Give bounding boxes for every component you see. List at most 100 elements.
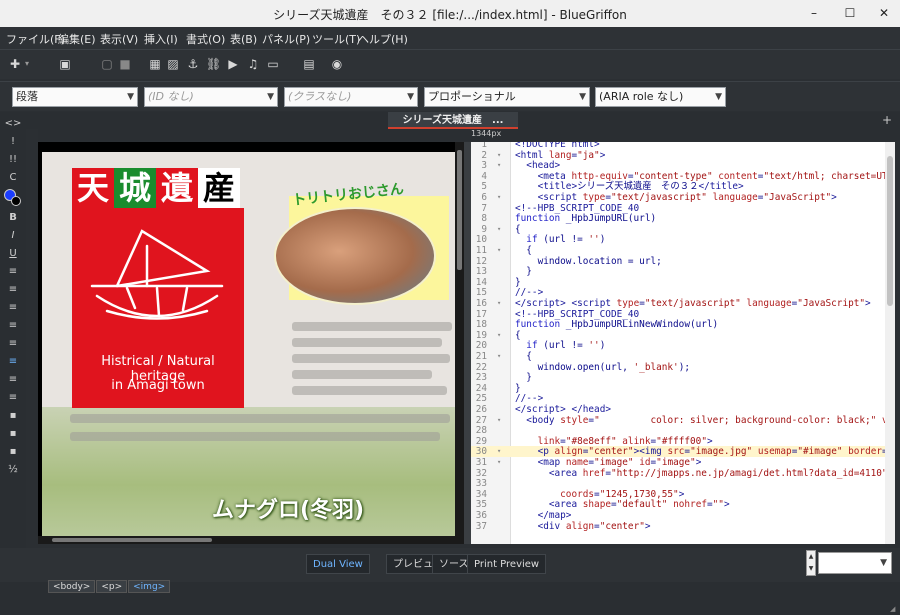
source-view[interactable]: 1 <!DOCTYPE html> 2 ▾ <html lang="ja"> 3 ▾ <he… — [471, 142, 895, 544]
code-line[interactable]: 26 </script> </head> — [471, 404, 895, 415]
code-line[interactable]: 35 <area shape="default" nohref=""> — [471, 499, 895, 510]
code-line[interactable]: 27 ▾ <body style=" color: silver; backgro… — [471, 415, 895, 426]
code-line[interactable]: 37 <div align="center"> — [471, 521, 895, 532]
audio-icon[interactable]: ♫ — [246, 56, 260, 72]
breadcrumb-img[interactable]: <img> — [128, 580, 171, 593]
code-line[interactable]: 24} — [471, 383, 895, 394]
code-line[interactable]: 15 //--> — [471, 287, 895, 298]
menu-insert[interactable]: 挿入(I) — [144, 31, 178, 47]
anchor-icon[interactable]: ⚓ — [186, 56, 200, 72]
scroll-thumb[interactable] — [887, 156, 893, 306]
chevron-down-icon[interactable]: ▾ — [20, 56, 34, 72]
menu-format[interactable]: 書式(O) — [186, 31, 225, 47]
menu-view[interactable]: 表示(V) — [100, 31, 138, 47]
fold-toggle-icon[interactable]: ▾ — [497, 330, 505, 341]
code-line[interactable]: 13 } — [471, 266, 895, 277]
float-left-icon[interactable]: ▪ — [4, 426, 22, 442]
code-line[interactable]: 11 ▾ { — [471, 245, 895, 256]
fold-toggle-icon[interactable]: ▾ — [497, 160, 505, 171]
code-line[interactable]: 23 } — [471, 372, 895, 383]
print-preview-button[interactable]: Print Preview — [467, 554, 547, 574]
code-line[interactable]: 34 coords="1245,1730,55"> — [471, 489, 895, 500]
code-line[interactable]: 2 ▾ <html lang="ja"> — [471, 150, 895, 161]
class-select[interactable]: (クラスなし) ▼ — [284, 87, 418, 107]
portrait-photo[interactable] — [274, 207, 436, 305]
design-horizontal-scrollbar[interactable] — [38, 536, 464, 544]
menu-file[interactable]: ファイル(F) — [6, 31, 65, 47]
code-line[interactable]: 20 if (url != '') — [471, 340, 895, 351]
fold-toggle-icon[interactable]: ▾ — [497, 351, 505, 362]
new-doc-icon[interactable]: ▣ — [58, 56, 72, 72]
resize-grip-icon[interactable]: ◢ — [890, 605, 898, 613]
video-icon[interactable]: ▶ — [226, 56, 240, 72]
zoom-spinner[interactable]: ▲ ▼ — [806, 550, 816, 576]
fold-toggle-icon[interactable]: ▾ — [497, 457, 505, 468]
bold-icon[interactable]: B — [4, 210, 22, 226]
menu-table[interactable]: 表(B) — [230, 31, 257, 47]
menu-tools[interactable]: ツール(T) — [312, 31, 360, 47]
design-view[interactable]: 天 城 遺 産 Histrical / Natural heritage in … — [38, 142, 464, 544]
fold-toggle-icon[interactable]: ▾ — [497, 415, 505, 426]
code-line[interactable]: 12 window.location = url; — [471, 256, 895, 267]
font-select[interactable]: プロポーショナル ▼ — [424, 87, 590, 107]
align-right-icon[interactable]: ≡ — [4, 372, 22, 388]
pane-splitter[interactable] — [464, 142, 471, 544]
globe-icon[interactable]: ◉ — [330, 56, 344, 72]
code-line[interactable]: 5 <title>シリーズ天城遺産 その３２</title> — [471, 181, 895, 192]
breadcrumb-body[interactable]: <body> — [48, 580, 96, 593]
scroll-thumb[interactable] — [457, 150, 462, 270]
underline-icon[interactable]: U — [4, 246, 22, 262]
code-line[interactable]: 36 </map> — [471, 510, 895, 521]
indent-icon[interactable]: ≡ — [4, 318, 22, 334]
breadcrumb-p[interactable]: <p> — [96, 580, 128, 593]
background-color-icon[interactable] — [11, 196, 21, 206]
code-line[interactable]: 19 ▾ { — [471, 330, 895, 341]
align-left-icon[interactable]: ≡ — [4, 336, 22, 352]
stop-icon[interactable]: ■ — [118, 56, 132, 72]
code-line[interactable]: 16 ▾ </script> <script type="text/javascri… — [471, 298, 895, 309]
align-center-icon[interactable]: ≡ — [4, 354, 22, 370]
image-icon[interactable]: ▨ — [166, 56, 180, 72]
code-line[interactable]: 9 ▾ { — [471, 224, 895, 235]
code-line[interactable]: 32 <area href="http://jmapps.ne.jp/amagi… — [471, 468, 895, 479]
fold-toggle-icon[interactable]: ▾ — [497, 298, 505, 309]
code-line[interactable]: 25 //--> — [471, 393, 895, 404]
dual-view-button[interactable]: Dual View — [306, 554, 370, 574]
zoom-select[interactable]: ▼ — [818, 552, 892, 574]
code-line[interactable]: 14} — [471, 277, 895, 288]
fraction-icon[interactable]: ½ — [4, 462, 22, 478]
code-line[interactable]: 28 — [471, 425, 895, 436]
close-button[interactable]: ✕ — [866, 0, 900, 27]
strong-icon[interactable]: !! — [4, 152, 22, 168]
code-line[interactable]: 29 link="#8e8eff" alink="#ffff00"> — [471, 436, 895, 447]
file-icon[interactable]: ▤ — [302, 56, 316, 72]
tab-document[interactable]: シリーズ天城遺産 ... — [388, 112, 518, 129]
numbered-list-icon[interactable]: ≡ — [4, 282, 22, 298]
code-line[interactable]: 31 ▾ <map name="image" id="image"> — [471, 457, 895, 468]
important-icon[interactable]: ! — [4, 134, 22, 150]
block-icon[interactable]: ▪ — [4, 408, 22, 424]
source-vertical-scrollbar[interactable] — [885, 142, 895, 544]
code-line[interactable]: 22 window.open(url, '_blank'); — [471, 362, 895, 373]
code-line[interactable]: 10 if (url != '') — [471, 234, 895, 245]
fold-toggle-icon[interactable]: ▾ — [497, 150, 505, 161]
doc-icon[interactable]: ▢ — [100, 56, 114, 72]
fold-toggle-icon[interactable]: ▾ — [497, 446, 505, 457]
code-line[interactable]: 7 <!--HPB_SCRIPT_CODE_40 — [471, 203, 895, 214]
code-line[interactable]: 17 <!--HPB_SCRIPT_CODE_40 — [471, 309, 895, 320]
menu-panel[interactable]: パネル(P) — [262, 31, 310, 47]
table-icon[interactable]: ▦ — [148, 56, 162, 72]
code-line[interactable]: 30 ▾ <p align="center"><img src="image.jp… — [471, 446, 895, 458]
code-line[interactable]: 21 ▾ { — [471, 351, 895, 362]
code-line[interactable]: 8 function _HpbJumpURL(url) — [471, 213, 895, 224]
design-vertical-scrollbar[interactable] — [455, 142, 464, 544]
code-line[interactable]: 18 function _HpbJumpURLinNewWindow(url) — [471, 319, 895, 330]
page-image[interactable]: 天 城 遺 産 Histrical / Natural heritage in … — [42, 152, 455, 537]
id-select[interactable]: (ID なし) ▼ — [144, 87, 278, 107]
aria-role-select[interactable]: (ARIA role なし) ▼ — [595, 87, 726, 107]
fold-toggle-icon[interactable]: ▾ — [497, 245, 505, 256]
source-toggle-icon[interactable]: <> — [4, 116, 22, 132]
bullet-list-icon[interactable]: ≡ — [4, 264, 22, 280]
code-line[interactable]: 3 ▾ <head> — [471, 160, 895, 171]
form-icon[interactable]: ▭ — [266, 56, 280, 72]
